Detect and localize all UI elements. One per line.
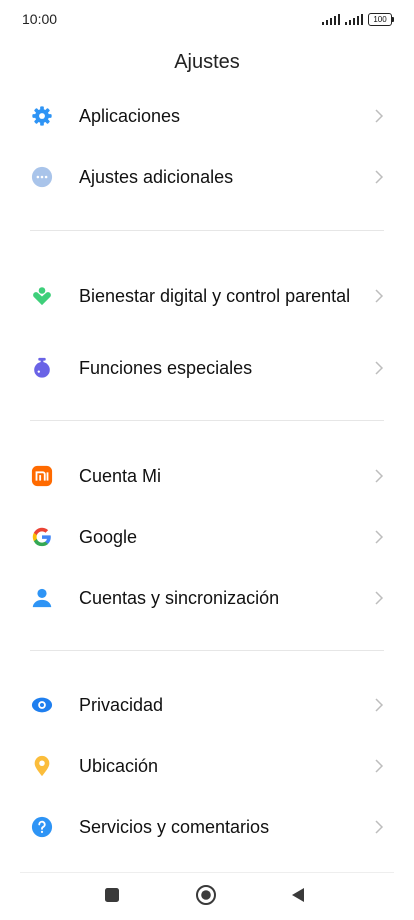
chevron-right-icon bbox=[375, 698, 384, 712]
chevron-right-icon bbox=[375, 109, 384, 123]
chevron-right-icon bbox=[375, 289, 384, 303]
help-icon bbox=[30, 815, 54, 839]
status-time: 10:00 bbox=[22, 11, 58, 27]
wellbeing-icon bbox=[30, 284, 54, 308]
settings-item-label: Privacidad bbox=[79, 695, 164, 715]
settings-item-label: Google bbox=[79, 527, 138, 547]
settings-item-google[interactable]: Google bbox=[0, 507, 414, 567]
settings-item-label: Servicios y comentarios bbox=[79, 817, 270, 837]
settings-item-label: Aplicaciones bbox=[79, 106, 181, 126]
settings-item-bienestar-digital[interactable]: Bienestar digital y control parental bbox=[0, 266, 414, 326]
settings-item-label: Cuentas y sincronización bbox=[79, 588, 280, 608]
settings-item-ajustes-adicionales[interactable]: Ajustes adicionales bbox=[0, 147, 414, 207]
status-icons: 100 bbox=[322, 12, 394, 26]
navigation-bar bbox=[0, 870, 414, 920]
chevron-right-icon bbox=[375, 530, 384, 544]
gear-icon bbox=[30, 104, 54, 128]
chevron-right-icon bbox=[375, 469, 384, 483]
google-icon bbox=[30, 525, 54, 549]
settings-item-label: Ajustes adicionales bbox=[79, 167, 234, 187]
signal-icon bbox=[345, 13, 363, 25]
section-divider bbox=[30, 230, 384, 231]
eye-icon bbox=[30, 693, 54, 717]
settings-item-label: Bienestar digital y control parental bbox=[79, 286, 351, 306]
settings-item-label: Cuenta Mi bbox=[79, 466, 162, 486]
battery-icon: 100 bbox=[368, 12, 394, 26]
settings-item-funciones-especiales[interactable]: Funciones especiales bbox=[0, 338, 414, 398]
settings-item-servicios-comentarios[interactable]: Servicios y comentarios bbox=[0, 797, 414, 857]
section-divider bbox=[30, 420, 384, 421]
special-features-icon bbox=[30, 356, 54, 380]
home-button[interactable] bbox=[195, 884, 217, 906]
account-icon bbox=[30, 586, 54, 610]
status-bar: 10:00 100 bbox=[0, 0, 414, 38]
chevron-right-icon bbox=[375, 820, 384, 834]
settings-item-ubicacion[interactable]: Ubicación bbox=[0, 736, 414, 796]
section-divider bbox=[30, 650, 384, 651]
mi-logo-icon bbox=[30, 464, 54, 488]
page-title: Ajustes bbox=[174, 51, 240, 73]
settings-item-cuentas-sincronizacion[interactable]: Cuentas y sincronización bbox=[0, 568, 414, 628]
back-button[interactable] bbox=[287, 884, 309, 906]
recents-button[interactable] bbox=[101, 884, 123, 906]
chevron-right-icon bbox=[375, 361, 384, 375]
settings-item-label: Funciones especiales bbox=[79, 358, 253, 378]
settings-item-label: Ubicación bbox=[79, 756, 159, 776]
settings-item-cuenta-mi[interactable]: Cuenta Mi bbox=[0, 446, 414, 506]
signal-icon bbox=[322, 13, 340, 25]
location-pin-icon bbox=[30, 754, 54, 778]
chevron-right-icon bbox=[375, 759, 384, 773]
settings-item-privacidad[interactable]: Privacidad bbox=[0, 675, 414, 735]
settings-item-aplicaciones[interactable]: Aplicaciones bbox=[0, 86, 414, 146]
chevron-right-icon bbox=[375, 170, 384, 184]
more-dots-icon bbox=[30, 165, 54, 189]
chevron-right-icon bbox=[375, 591, 384, 605]
